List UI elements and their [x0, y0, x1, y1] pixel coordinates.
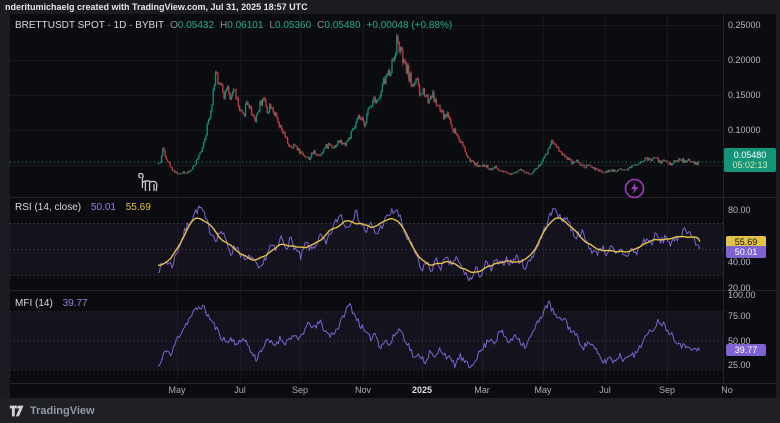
- scale-tick-label: 0.20000: [728, 55, 761, 65]
- time-axis-label: No: [721, 385, 733, 395]
- ohlc-item: L0.05360: [263, 20, 311, 31]
- time-axis-label: Nov: [355, 385, 371, 395]
- rsi-label: RSI (14, close): [15, 202, 81, 213]
- chart-area: BRETTUSDT SPOT · 1D · BYBITO0.05432H0.06…: [10, 14, 776, 398]
- scale-tick-label: 75.00: [728, 311, 751, 321]
- scale-tick-label: 0.15000: [728, 90, 761, 100]
- time-axis-label: 2025: [412, 385, 432, 395]
- mfi-label: MFI (14): [15, 298, 53, 309]
- time-axis-label: May: [168, 385, 185, 395]
- lightning-boost-icon[interactable]: [623, 177, 646, 200]
- ohlc-item: O0.05432: [164, 20, 214, 31]
- scale-tick-label: 0.10000: [728, 125, 761, 135]
- mfi-value: 39.77: [63, 298, 88, 309]
- scale-tick-label: 80.00: [728, 205, 751, 215]
- last-price-badge: 0.05480 05:02:13: [724, 148, 776, 172]
- time-axis-label: Jul: [599, 385, 611, 395]
- time-axis-label: Sep: [659, 385, 675, 395]
- change-value: +0.00048 (+0.88%): [367, 20, 453, 31]
- attribution-text: nderitumichaelg created with TradingView…: [5, 2, 308, 12]
- ohlc-item: C0.05480: [311, 20, 360, 31]
- scale-tick-label: 25.00: [728, 360, 751, 370]
- dinosaur-icon: [135, 171, 161, 195]
- attribution-bar: nderitumichaelg created with TradingView…: [0, 0, 780, 14]
- bar-countdown: 05:02:13: [725, 160, 775, 170]
- ohlc-item: H0.06101: [214, 20, 263, 31]
- scale-tick-label: 100.00: [728, 290, 756, 300]
- ohlc-values: O0.05432H0.06101L0.05360C0.05480: [164, 20, 360, 31]
- rsi-legend-row[interactable]: RSI (14, close) 50.01 55.69: [15, 202, 151, 213]
- indicator-value-badge: 50.01: [726, 246, 766, 258]
- tradingview-logo-icon[interactable]: [9, 404, 24, 418]
- indicator-value-badge: 39.77: [726, 344, 766, 356]
- tradingview-brand-text: TradingView: [30, 405, 95, 417]
- time-axis-label: Mar: [474, 385, 490, 395]
- time-axis-label: May: [534, 385, 551, 395]
- rsi-ma-value: 55.69: [126, 202, 151, 213]
- symbol-title: BRETTUSDT SPOT · 1D · BYBIT: [15, 20, 164, 31]
- mfi-legend-row[interactable]: MFI (14) 39.77: [15, 298, 88, 309]
- scale-tick-label: 0.25000: [728, 20, 761, 30]
- footer-bar: TradingView: [0, 398, 780, 423]
- scale-tick-label: 40.00: [728, 257, 751, 267]
- time-axis-label: Sep: [292, 385, 308, 395]
- time-axis-label: Jul: [234, 385, 246, 395]
- rsi-value: 50.01: [91, 202, 116, 213]
- last-price: 0.05480: [725, 150, 775, 160]
- tradingview-snapshot: { "attribution": "nderitumichaelg create…: [0, 0, 780, 423]
- symbol-legend-row[interactable]: BRETTUSDT SPOT · 1D · BYBITO0.05432H0.06…: [15, 20, 452, 31]
